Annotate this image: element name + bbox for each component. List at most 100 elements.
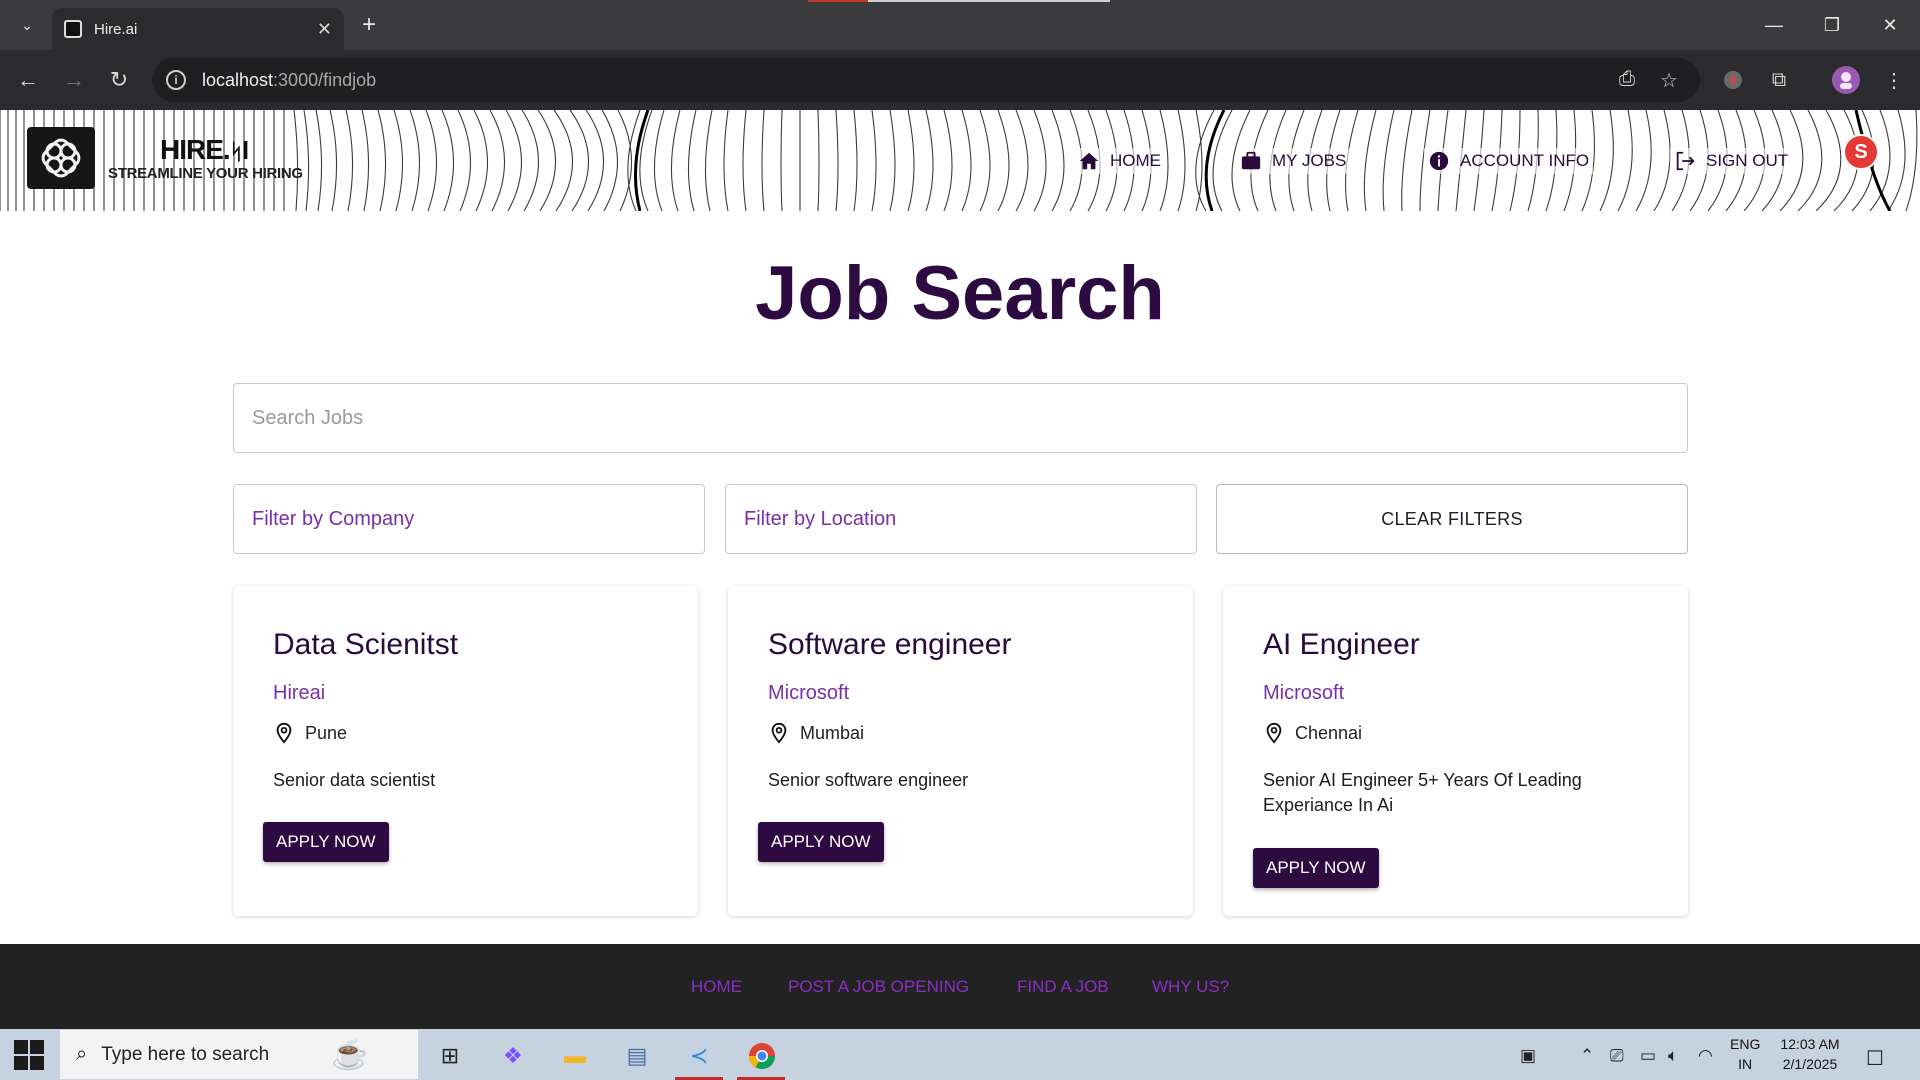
extensions-puzzle-icon[interactable]: ⧉: [1763, 64, 1795, 96]
header-pattern-decoration: [0, 110, 1918, 211]
brand-tagline: STREAMLINE YOUR HIRING: [108, 165, 303, 182]
language-indicator[interactable]: ENG IN: [1730, 1034, 1760, 1074]
location-pin-icon: [1266, 722, 1282, 744]
job-title: AI Engineer: [1263, 628, 1420, 661]
job-title: Software engineer: [768, 628, 1012, 661]
language-label: ENG: [1730, 1036, 1761, 1052]
page-title: Job Search: [755, 251, 1165, 336]
clock[interactable]: 12:03 AM 2/1/2025: [1777, 1034, 1843, 1074]
nav-account-info-label: ACCOUNT INFO: [1460, 151, 1590, 170]
footer-link-home[interactable]: HOME: [691, 977, 742, 997]
nav-home[interactable]: HOME: [1074, 148, 1165, 174]
clock-date: 2/1/2025: [1782, 1056, 1838, 1072]
job-card: Data Scienitst Hireai Pune Senior data s…: [233, 586, 698, 916]
user-avatar[interactable]: S: [1843, 134, 1879, 170]
show-hidden-icons-icon[interactable]: ⌃: [1580, 1046, 1594, 1066]
minimize-icon[interactable]: —: [1751, 8, 1797, 42]
job-location-label: Chennai: [1295, 722, 1363, 743]
nav-sign-out-label: SIGN OUT: [1706, 151, 1789, 170]
tab-title: Hire.ai: [94, 20, 138, 38]
copilot-icon[interactable]: ❖: [493, 1036, 533, 1076]
footer-link-post-job[interactable]: POST A JOB OPENING: [788, 977, 969, 997]
vscode-icon[interactable]: ≺: [679, 1036, 719, 1076]
flame-logo-icon: ᛋ: [229, 139, 243, 164]
taskbar-search-label: Type here to search: [101, 1043, 270, 1065]
job-description: Senior data scientist: [273, 770, 436, 790]
windows-start-icon[interactable]: [14, 1040, 44, 1070]
profile-icon[interactable]: [1830, 64, 1862, 96]
task-view-icon[interactable]: ⊞: [430, 1036, 470, 1076]
tab-favicon-icon: [64, 20, 82, 38]
site-header: [0, 110, 1920, 211]
meet-now-icon[interactable]: ⎚: [1610, 1046, 1624, 1066]
forward-icon[interactable]: →: [58, 64, 90, 96]
browser-menu-icon[interactable]: ⋮: [1878, 64, 1910, 96]
job-location: Mumbai: [768, 722, 864, 744]
nav-my-jobs-label: MY JOBS: [1272, 151, 1347, 170]
footer-link-find-job[interactable]: FIND A JOB: [1017, 977, 1109, 997]
bookmark-star-icon[interactable]: ☆: [1660, 68, 1678, 93]
job-card: AI Engineer Microsoft Chennai Senior AI …: [1223, 586, 1688, 916]
job-company: Hireai: [273, 682, 326, 704]
clock-time: 12:03 AM: [1780, 1036, 1840, 1052]
file-explorer-icon[interactable]: ▬: [555, 1036, 595, 1076]
tab-search-dropdown-icon[interactable]: ⌄: [14, 12, 40, 38]
job-card: Software engineer Microsoft Mumbai Senio…: [728, 586, 1193, 916]
job-description: Senior AI Engineer 5+ Years Of Leading E…: [1263, 770, 1582, 815]
volume-icon[interactable]: 🔈︎: [1668, 1046, 1678, 1066]
filter-location-input[interactable]: [725, 484, 1197, 554]
image-viewer-icon[interactable]: ▤: [617, 1036, 657, 1076]
home-icon: [1079, 152, 1099, 170]
job-company: Microsoft: [768, 682, 850, 704]
nav-sign-out[interactable]: SIGN OUT: [1670, 148, 1793, 174]
nav-home-label: HOME: [1110, 151, 1161, 170]
clear-filters-button[interactable]: CLEAR FILTERS: [1216, 484, 1688, 554]
location-pin-icon: [771, 722, 787, 744]
job-location-label: Mumbai: [800, 722, 865, 743]
search-highlight-icon: ☕: [331, 1038, 369, 1071]
sign-out-icon: [1676, 151, 1695, 171]
wifi-icon[interactable]: ◠: [1698, 1046, 1713, 1066]
extension-icon[interactable]: [1717, 64, 1749, 96]
info-icon: [1429, 151, 1449, 171]
job-location: Pune: [273, 722, 347, 744]
back-icon[interactable]: ←: [12, 64, 44, 96]
apply-now-button[interactable]: APPLY NOW: [263, 822, 389, 862]
search-jobs-input[interactable]: [233, 383, 1688, 453]
briefcase-icon: [1241, 151, 1261, 170]
site-info-icon[interactable]: i: [166, 70, 186, 90]
news-widget-icon[interactable]: ▣: [1520, 1046, 1536, 1066]
battery-icon[interactable]: ▭: [1640, 1046, 1656, 1066]
region-label: IN: [1738, 1056, 1753, 1072]
apply-now-button[interactable]: APPLY NOW: [1253, 848, 1379, 888]
nav-account-info[interactable]: ACCOUNT INFO: [1424, 148, 1594, 174]
nav-my-jobs[interactable]: MY JOBS: [1236, 148, 1351, 174]
apply-now-button[interactable]: APPLY NOW: [758, 822, 884, 862]
taskbar-search-box[interactable]: ⌕ Type here to search ☕: [60, 1030, 418, 1079]
loading-bar-progress: [808, 0, 868, 2]
notifications-icon[interactable]: ☐: [1866, 1046, 1884, 1071]
job-location-label: Pune: [305, 722, 348, 743]
chrome-icon[interactable]: [742, 1036, 782, 1076]
url-path: :3000/findjob: [273, 69, 377, 90]
brand-name: HIRE.ᛋI: [160, 134, 249, 165]
job-description: Senior software engineer: [768, 770, 969, 790]
window-close-icon[interactable]: ✕: [1867, 8, 1913, 42]
restore-icon[interactable]: ❐: [1809, 8, 1855, 42]
search-icon: ⌕: [76, 1043, 88, 1065]
location-pin-icon: [276, 722, 292, 744]
job-title: Data Scienitst: [273, 628, 459, 661]
job-company: Microsoft: [1263, 682, 1345, 704]
url-host: localhost: [202, 69, 274, 90]
filter-company-input[interactable]: [233, 484, 705, 554]
browser-tab[interactable]: Hire.ai ✕: [52, 8, 344, 50]
address-bar[interactable]: i localhost:3000/findjob: [152, 58, 1700, 102]
install-app-icon[interactable]: ⎙: [1619, 68, 1635, 91]
new-tab-icon[interactable]: +: [354, 10, 384, 40]
job-location: Chennai: [1263, 722, 1362, 744]
knot-logo-icon: [41, 138, 81, 178]
reload-icon[interactable]: ↻: [103, 64, 135, 96]
footer-link-why-us[interactable]: WHY US?: [1152, 977, 1229, 997]
site-logo[interactable]: [27, 127, 95, 189]
tab-close-icon[interactable]: ✕: [317, 19, 332, 40]
